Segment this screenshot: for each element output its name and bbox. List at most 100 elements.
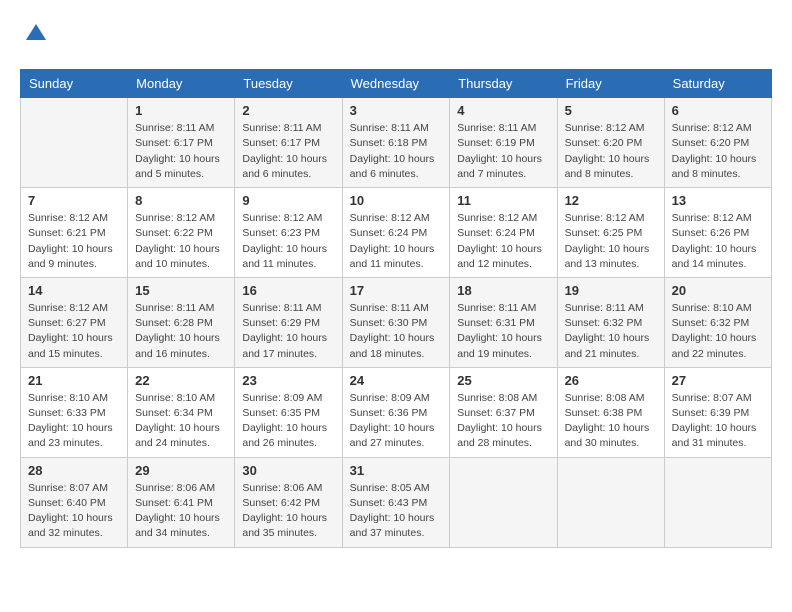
day-number: 14 [28, 283, 120, 298]
day-info: Sunrise: 8:12 AM Sunset: 6:23 PM Dayligh… [242, 211, 334, 272]
day-info: Sunrise: 8:11 AM Sunset: 6:29 PM Dayligh… [242, 301, 334, 362]
day-info: Sunrise: 8:11 AM Sunset: 6:18 PM Dayligh… [350, 121, 443, 182]
calendar-cell: 10Sunrise: 8:12 AM Sunset: 6:24 PM Dayli… [342, 188, 450, 278]
day-info: Sunrise: 8:11 AM Sunset: 6:17 PM Dayligh… [242, 121, 334, 182]
calendar-week-row: 1 Sunrise: 8:11 AM Sunset: 6:17 PM Daylig… [21, 98, 772, 188]
day-info: Sunrise: 8:11 AM Sunset: 6:30 PM Dayligh… [350, 301, 443, 362]
calendar-header-row: SundayMondayTuesdayWednesdayThursdayFrid… [21, 70, 772, 98]
calendar-cell: 8 Sunrise: 8:12 AM Sunset: 6:22 PM Daylig… [128, 188, 235, 278]
day-info: Sunrise: 8:11 AM Sunset: 6:32 PM Dayligh… [565, 301, 657, 362]
calendar-table: SundayMondayTuesdayWednesdayThursdayFrid… [20, 69, 772, 547]
day-number: 17 [350, 283, 443, 298]
day-number: 27 [672, 373, 764, 388]
day-number: 1 [135, 103, 227, 118]
day-number: 19 [565, 283, 657, 298]
day-number: 26 [565, 373, 657, 388]
header-thursday: Thursday [450, 70, 557, 98]
calendar-cell: 4 Sunrise: 8:11 AM Sunset: 6:19 PM Daylig… [450, 98, 557, 188]
day-number: 29 [135, 463, 227, 478]
day-info: Sunrise: 8:11 AM Sunset: 6:28 PM Dayligh… [135, 301, 227, 362]
calendar-cell: 5 Sunrise: 8:12 AM Sunset: 6:20 PM Daylig… [557, 98, 664, 188]
calendar-cell: 21 Sunrise: 8:10 AM Sunset: 6:33 PM Dayli… [21, 367, 128, 457]
day-number: 21 [28, 373, 120, 388]
day-info: Sunrise: 8:10 AM Sunset: 6:32 PM Dayligh… [672, 301, 764, 362]
calendar-cell: 20 Sunrise: 8:10 AM Sunset: 6:32 PM Dayli… [664, 277, 771, 367]
day-number: 2 [242, 103, 334, 118]
calendar-cell: 6Sunrise: 8:12 AM Sunset: 6:20 PM Daylig… [664, 98, 771, 188]
day-info: Sunrise: 8:09 AM Sunset: 6:36 PM Dayligh… [350, 391, 443, 452]
calendar-cell: 9 Sunrise: 8:12 AM Sunset: 6:23 PM Daylig… [235, 188, 342, 278]
header-monday: Monday [128, 70, 235, 98]
day-number: 31 [350, 463, 443, 478]
calendar-cell: 31Sunrise: 8:05 AM Sunset: 6:43 PM Dayli… [342, 457, 450, 547]
header-tuesday: Tuesday [235, 70, 342, 98]
calendar-cell: 25Sunrise: 8:08 AM Sunset: 6:37 PM Dayli… [450, 367, 557, 457]
day-number: 18 [457, 283, 549, 298]
calendar-cell: 24 Sunrise: 8:09 AM Sunset: 6:36 PM Dayli… [342, 367, 450, 457]
day-info: Sunrise: 8:10 AM Sunset: 6:33 PM Dayligh… [28, 391, 120, 452]
day-info: Sunrise: 8:08 AM Sunset: 6:37 PM Dayligh… [457, 391, 549, 452]
page-header [20, 20, 772, 53]
day-info: Sunrise: 8:12 AM Sunset: 6:24 PM Dayligh… [350, 211, 443, 272]
day-number: 9 [242, 193, 334, 208]
calendar-cell: 15 Sunrise: 8:11 AM Sunset: 6:28 PM Dayli… [128, 277, 235, 367]
day-info: Sunrise: 8:12 AM Sunset: 6:24 PM Dayligh… [457, 211, 549, 272]
day-info: Sunrise: 8:11 AM Sunset: 6:19 PM Dayligh… [457, 121, 549, 182]
day-info: Sunrise: 8:12 AM Sunset: 6:21 PM Dayligh… [28, 211, 120, 272]
day-info: Sunrise: 8:09 AM Sunset: 6:35 PM Dayligh… [242, 391, 334, 452]
day-info: Sunrise: 8:06 AM Sunset: 6:41 PM Dayligh… [135, 481, 227, 542]
day-number: 13 [672, 193, 764, 208]
calendar-cell: 23Sunrise: 8:09 AM Sunset: 6:35 PM Dayli… [235, 367, 342, 457]
calendar-cell: 2 Sunrise: 8:11 AM Sunset: 6:17 PM Daylig… [235, 98, 342, 188]
day-info: Sunrise: 8:11 AM Sunset: 6:17 PM Dayligh… [135, 121, 227, 182]
header-wednesday: Wednesday [342, 70, 450, 98]
calendar-cell [450, 457, 557, 547]
calendar-cell: 16 Sunrise: 8:11 AM Sunset: 6:29 PM Dayli… [235, 277, 342, 367]
day-number: 24 [350, 373, 443, 388]
day-info: Sunrise: 8:12 AM Sunset: 6:25 PM Dayligh… [565, 211, 657, 272]
calendar-cell: 7 Sunrise: 8:12 AM Sunset: 6:21 PM Daylig… [21, 188, 128, 278]
day-info: Sunrise: 8:11 AM Sunset: 6:31 PM Dayligh… [457, 301, 549, 362]
calendar-cell [557, 457, 664, 547]
day-number: 15 [135, 283, 227, 298]
day-info: Sunrise: 8:12 AM Sunset: 6:27 PM Dayligh… [28, 301, 120, 362]
day-info: Sunrise: 8:08 AM Sunset: 6:38 PM Dayligh… [565, 391, 657, 452]
day-number: 5 [565, 103, 657, 118]
header-saturday: Saturday [664, 70, 771, 98]
logo [20, 20, 50, 53]
day-info: Sunrise: 8:12 AM Sunset: 6:26 PM Dayligh… [672, 211, 764, 272]
calendar-cell: 13 Sunrise: 8:12 AM Sunset: 6:26 PM Dayli… [664, 188, 771, 278]
calendar-cell [21, 98, 128, 188]
day-info: Sunrise: 8:10 AM Sunset: 6:34 PM Dayligh… [135, 391, 227, 452]
header-sunday: Sunday [21, 70, 128, 98]
calendar-cell: 28 Sunrise: 8:07 AM Sunset: 6:40 PM Dayli… [21, 457, 128, 547]
day-info: Sunrise: 8:06 AM Sunset: 6:42 PM Dayligh… [242, 481, 334, 542]
calendar-cell: 12 Sunrise: 8:12 AM Sunset: 6:25 PM Dayli… [557, 188, 664, 278]
calendar-cell: 3 Sunrise: 8:11 AM Sunset: 6:18 PM Daylig… [342, 98, 450, 188]
calendar-week-row: 21 Sunrise: 8:10 AM Sunset: 6:33 PM Dayli… [21, 367, 772, 457]
day-number: 3 [350, 103, 443, 118]
day-info: Sunrise: 8:12 AM Sunset: 6:20 PM Dayligh… [565, 121, 657, 182]
day-info: Sunrise: 8:07 AM Sunset: 6:40 PM Dayligh… [28, 481, 120, 542]
day-number: 7 [28, 193, 120, 208]
calendar-cell: 14 Sunrise: 8:12 AM Sunset: 6:27 PM Dayli… [21, 277, 128, 367]
day-info: Sunrise: 8:12 AM Sunset: 6:22 PM Dayligh… [135, 211, 227, 272]
calendar-cell: 11 Sunrise: 8:12 AM Sunset: 6:24 PM Dayli… [450, 188, 557, 278]
day-info: Sunrise: 8:12 AM Sunset: 6:20 PM Dayligh… [672, 121, 764, 182]
logo-icon [22, 20, 50, 48]
calendar-cell: 17 Sunrise: 8:11 AM Sunset: 6:30 PM Dayli… [342, 277, 450, 367]
day-number: 8 [135, 193, 227, 208]
calendar-cell: 30 Sunrise: 8:06 AM Sunset: 6:42 PM Dayli… [235, 457, 342, 547]
day-number: 16 [242, 283, 334, 298]
day-number: 28 [28, 463, 120, 478]
day-number: 12 [565, 193, 657, 208]
calendar-cell [664, 457, 771, 547]
day-number: 4 [457, 103, 549, 118]
calendar-cell: 1 Sunrise: 8:11 AM Sunset: 6:17 PM Daylig… [128, 98, 235, 188]
calendar-cell: 19 Sunrise: 8:11 AM Sunset: 6:32 PM Dayli… [557, 277, 664, 367]
day-number: 11 [457, 193, 549, 208]
header-friday: Friday [557, 70, 664, 98]
day-number: 20 [672, 283, 764, 298]
calendar-week-row: 7 Sunrise: 8:12 AM Sunset: 6:21 PM Daylig… [21, 188, 772, 278]
day-number: 30 [242, 463, 334, 478]
